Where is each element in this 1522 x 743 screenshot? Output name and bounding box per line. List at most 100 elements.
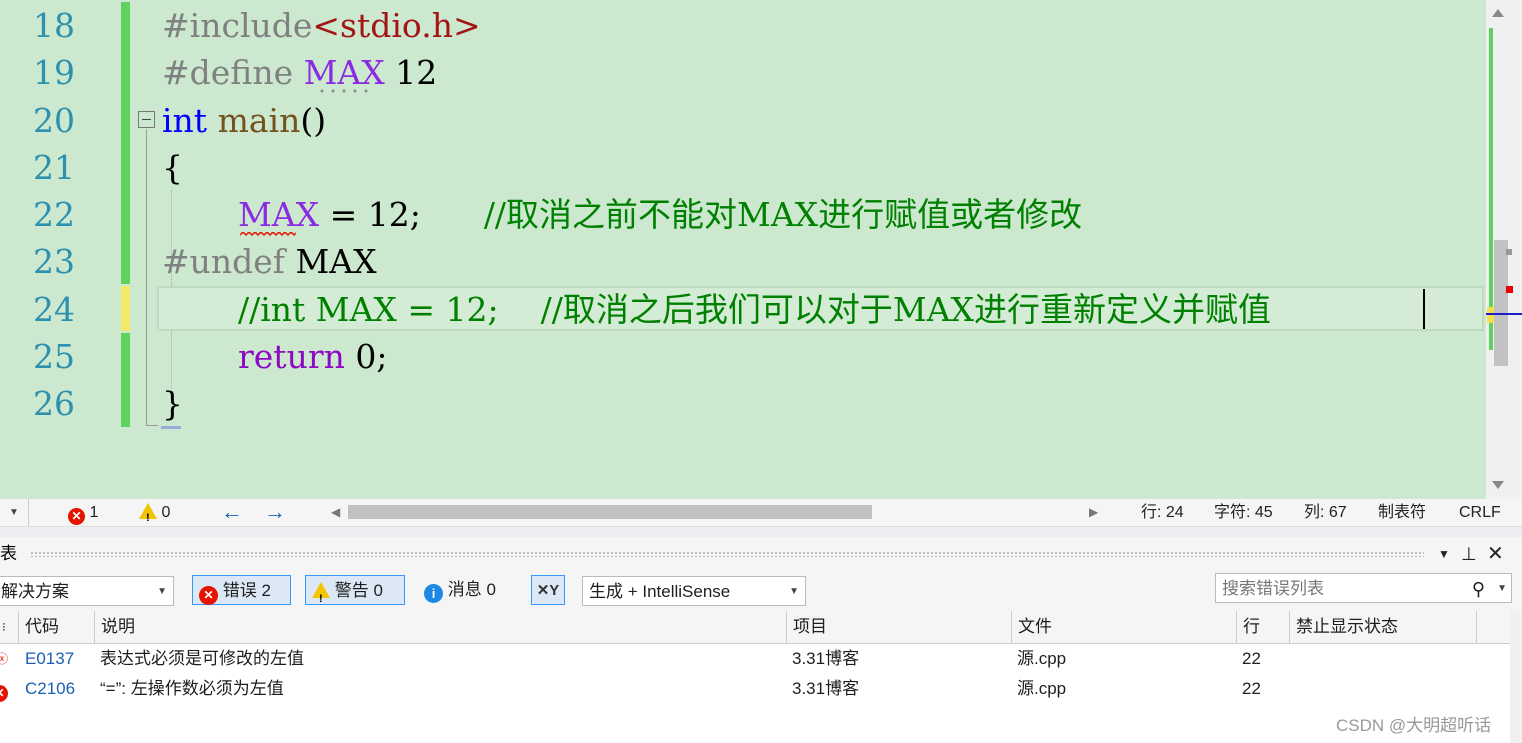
title-bar-grip <box>30 551 1424 557</box>
error-project: 3.31博客 <box>792 679 860 698</box>
column-header-description[interactable]: 说明 <box>94 611 786 643</box>
error-list-toolbar: 解决方案▼ ✕ 错误 2 警告 0 i 消息 0 ✕Y 生成 + Intelli… <box>0 571 1522 614</box>
close-brace: } <box>162 384 183 423</box>
error-file: 源.cpp <box>1017 679 1067 698</box>
text-caret <box>1423 289 1425 329</box>
error-file: 源.cpp <box>1017 649 1067 668</box>
fold-guide <box>146 129 147 425</box>
code-line-25[interactable]: return 0; <box>238 333 387 380</box>
scrollbar-change-marker <box>1489 28 1493 350</box>
scrollbar-thumb[interactable] <box>1494 240 1508 366</box>
scroll-down-icon[interactable] <box>1492 481 1504 489</box>
search-input[interactable]: 搜索错误列表 ⚲ ▼ <box>1215 573 1512 603</box>
scrollbar-unsaved-marker <box>1487 307 1494 323</box>
horizontal-scrollbar-thumb[interactable] <box>348 505 872 519</box>
warning-count-indicator[interactable]: 0 <box>139 499 171 532</box>
macro-name: MAX <box>303 53 385 92</box>
macro-name: MAX <box>285 242 377 281</box>
warning-icon <box>312 582 330 614</box>
code-line-18[interactable]: #include<stdio.h> <box>162 2 481 49</box>
return-value: 0; <box>344 337 388 376</box>
scrollbar-caret-marker <box>1486 313 1522 315</box>
error-list-scrollbar[interactable] <box>1510 611 1522 743</box>
fold-guide-end <box>146 425 158 426</box>
error-icon: ✕ <box>0 674 8 704</box>
parentheses: () <box>300 101 327 140</box>
line-number: 24 <box>33 290 75 329</box>
scroll-up-icon[interactable] <box>1492 9 1504 17</box>
saved-change-bar <box>121 2 130 284</box>
panel-title: 表 <box>0 544 17 563</box>
error-list-body: ⓧ E0137 表达式必须是可修改的左值 3.31博客 源.cpp 22 ✕ C… <box>0 644 1510 743</box>
preprocessor-directive: #define <box>162 53 304 92</box>
scrollbar-marker <box>1506 249 1512 255</box>
errors-filter-button[interactable]: ✕ 错误 2 <box>192 575 291 605</box>
scroll-right-icon[interactable]: ▶ <box>1089 499 1098 526</box>
error-count: 1 <box>89 504 99 521</box>
filter-icon[interactable]: ✕Y <box>531 575 565 605</box>
line-ending-indicator[interactable]: CRLF <box>1459 499 1501 526</box>
messages-filter-button[interactable]: i 消息 0 <box>422 575 518 605</box>
saved-change-bar <box>121 333 130 427</box>
error-squiggle <box>240 232 296 237</box>
chevron-down-icon: ▼ <box>789 586 799 597</box>
back-arrow-icon[interactable]: ← <box>221 499 243 526</box>
code-line-20[interactable]: int main() <box>162 97 326 144</box>
line-number: 18 <box>33 6 75 45</box>
code-line-22[interactable]: MAX = 12; //取消之前不能对MAX进行赋值或者修改 <box>238 191 1082 238</box>
unsaved-change-bar <box>121 286 130 331</box>
tabs-indicator[interactable]: 制表符 <box>1378 499 1426 526</box>
line-number-gutter: 18 19 20 21 22 23 24 25 26 <box>0 0 110 499</box>
error-code-link[interactable]: E0137 <box>25 644 74 674</box>
code-line-23[interactable]: #undef MAX <box>162 238 377 285</box>
function-name: main <box>207 101 301 140</box>
warnings-filter-button[interactable]: 警告 0 <box>305 575 405 614</box>
error-description: “=”: 左操作数必须为左值 <box>100 679 284 698</box>
line-number: 25 <box>33 337 75 376</box>
column-header-project[interactable]: 项目 <box>786 611 1011 643</box>
error-count-indicator[interactable]: ✕ 1 <box>68 499 98 526</box>
char-indicator: 字符: 45 <box>1214 504 1273 521</box>
keyword: int <box>162 101 208 140</box>
zoom-dropdown-icon[interactable]: ▼ <box>0 499 29 526</box>
code-line-21[interactable]: { <box>162 144 183 191</box>
error-icon: ✕ <box>199 586 218 605</box>
macro-name: MAX <box>238 195 320 234</box>
intellisense-error-icon: ⓧ <box>0 652 9 666</box>
column-header-suppression[interactable]: 禁止显示状态 <box>1289 611 1477 643</box>
code-line-24[interactable]: //int MAX = 12; //取消之后我们可以对于MAX进行重新定义并赋值 <box>238 286 1271 333</box>
scroll-left-icon[interactable]: ◀ <box>331 499 340 526</box>
warning-count: 0 <box>161 504 171 521</box>
column-indicator: 列: 67 <box>1304 504 1347 521</box>
open-brace: { <box>162 148 183 187</box>
build-filter-dropdown[interactable]: 生成 + IntelliSense ▼ <box>582 576 806 606</box>
error-code-link[interactable]: C2106 <box>25 674 75 704</box>
preprocessor-directive: #undef <box>162 242 286 281</box>
collapse-icon[interactable] <box>138 111 155 128</box>
assignment: = 12; <box>319 195 484 234</box>
forward-arrow-icon[interactable]: → <box>264 499 286 526</box>
column-header-code[interactable]: 代码 <box>18 611 94 643</box>
macro-value: 12 <box>384 53 438 92</box>
code-editor[interactable]: 18 19 20 21 22 23 24 25 26 #include<stdi… <box>0 0 1486 499</box>
error-list-header: ⁝ 代码 说明 项目 文件 行 禁止显示状态 <box>0 611 1510 644</box>
comment: //int MAX = 12; //取消之后我们可以对于MAX进行重新定义并赋值 <box>238 290 1271 329</box>
table-row[interactable]: ✕ C2106 “=”: 左操作数必须为左值 3.31博客 源.cpp 22 <box>0 674 1510 704</box>
chevron-down-icon: ▼ <box>1497 583 1507 594</box>
scope-dropdown[interactable]: 解决方案 ▼ <box>0 576 174 606</box>
code-line-26[interactable]: } <box>162 380 183 427</box>
error-description: 表达式必须是可修改的左值 <box>100 649 304 668</box>
pin-icon[interactable]: ⊥ <box>1461 537 1477 571</box>
include-path: <stdio.h> <box>312 6 481 45</box>
sort-icon[interactable]: ⁝ <box>0 611 18 643</box>
error-icon: ✕ <box>68 508 85 525</box>
panel-splitter[interactable] <box>0 527 1522 537</box>
search-icon: ⚲ <box>1471 579 1485 599</box>
table-row[interactable]: ⓧ E0137 表达式必须是可修改的左值 3.31博客 源.cpp 22 <box>0 644 1510 674</box>
close-icon[interactable]: ✕ <box>1487 537 1504 571</box>
panel-menu-icon[interactable]: ▼ <box>1438 537 1450 571</box>
column-header-file[interactable]: 文件 <box>1011 611 1236 643</box>
column-header-line[interactable]: 行 <box>1236 611 1289 643</box>
code-line-19[interactable]: #define MAX 12 <box>162 49 437 96</box>
warning-icon <box>139 503 157 532</box>
